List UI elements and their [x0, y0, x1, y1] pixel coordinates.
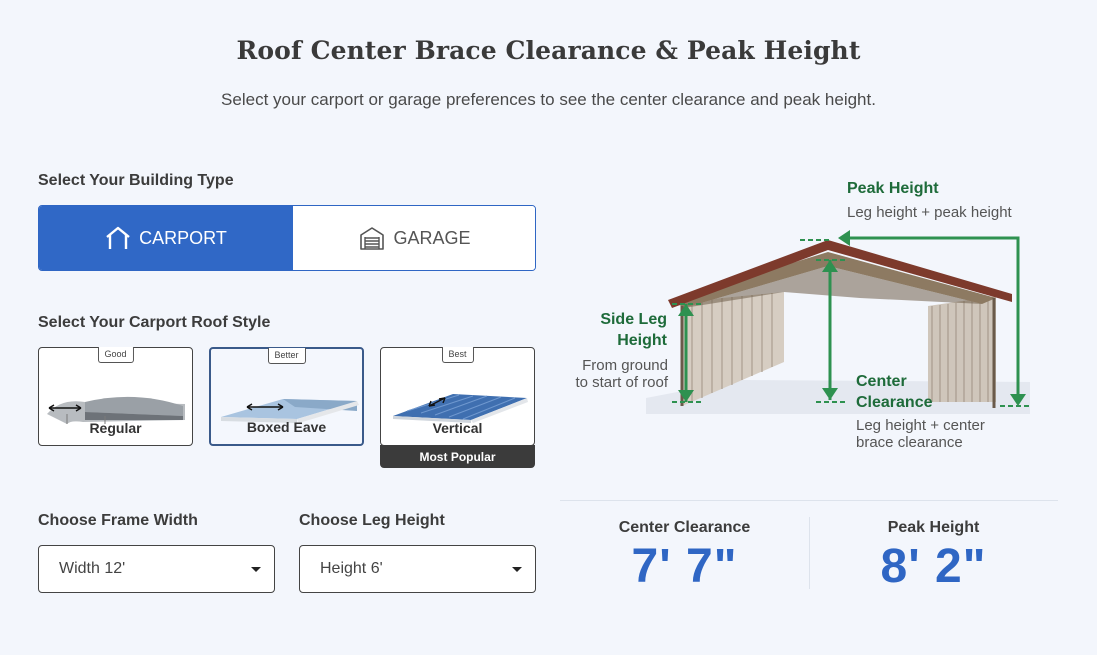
roof-card-boxed-eave[interactable]: Better Boxed Eave [209, 347, 364, 446]
page-subtitle: Select your carport or garage preference… [221, 90, 876, 109]
center-clearance-result-label: Center Clearance [618, 519, 751, 536]
carport-option-button[interactable]: CARPORT [39, 206, 293, 270]
center-clearance-diagram-title-1: Center [856, 373, 907, 390]
chevron-down-icon [512, 567, 522, 572]
peak-height-result-label: Peak Height [887, 519, 980, 536]
leg-height-value: Height 6' [320, 560, 383, 577]
right-wall [928, 296, 996, 402]
tier-badge-good: Good [97, 347, 134, 363]
carport-icon [105, 225, 131, 251]
center-clearance-result-value: 7' 7" [631, 540, 738, 593]
roof-card-vertical[interactable]: Best Vertical [380, 347, 535, 446]
center-clearance-diagram-title-2: Clearance [856, 394, 933, 411]
peak-height-result-value: 8' 2" [880, 540, 987, 593]
building-type-label: Select Your Building Type [38, 172, 234, 189]
leg-height-label: Choose Leg Height [299, 512, 445, 529]
garage-option-label: GARAGE [393, 227, 471, 248]
side-leg-diagram-desc-2: to start of roof [575, 374, 668, 391]
roof-card-regular[interactable]: Good Regular [38, 347, 193, 446]
building-type-toggle: CARPORT GARAGE [38, 205, 536, 271]
center-clearance-diagram-desc-1: Leg height + center [856, 417, 985, 434]
side-leg-diagram-title-2: Height [617, 332, 667, 349]
carport-option-label: CARPORT [139, 227, 227, 248]
frame-width-label: Choose Frame Width [38, 512, 198, 529]
roof-name-boxed-eave: Boxed Eave [246, 419, 327, 435]
chevron-down-icon [251, 567, 261, 572]
side-leg-diagram-title-1: Side Leg [600, 311, 667, 328]
center-clearance-diagram-desc-2: brace clearance [856, 434, 963, 451]
garage-option-button[interactable]: GARAGE [293, 206, 535, 270]
peak-height-diagram-title: Peak Height [847, 180, 939, 197]
tier-badge-better: Better [267, 348, 306, 364]
results-divider [560, 500, 1058, 501]
roof-name-vertical: Vertical [432, 420, 483, 436]
roof-name-regular: Regular [89, 420, 142, 436]
page-title: Roof Center Brace Clearance & Peak Heigh… [236, 36, 861, 65]
garage-icon [359, 226, 385, 250]
side-leg-diagram-desc-1: From ground [582, 357, 668, 374]
leg-height-select[interactable]: Height 6' [299, 545, 536, 593]
roof-style-label: Select Your Carport Roof Style [38, 314, 271, 331]
tier-badge-best: Best [441, 347, 474, 363]
frame-width-select[interactable]: Width 12' [38, 545, 275, 593]
frame-width-value: Width 12' [59, 560, 126, 577]
most-popular-badge: Most Popular [380, 445, 535, 468]
peak-height-diagram-desc: Leg height + peak height [847, 204, 1012, 221]
